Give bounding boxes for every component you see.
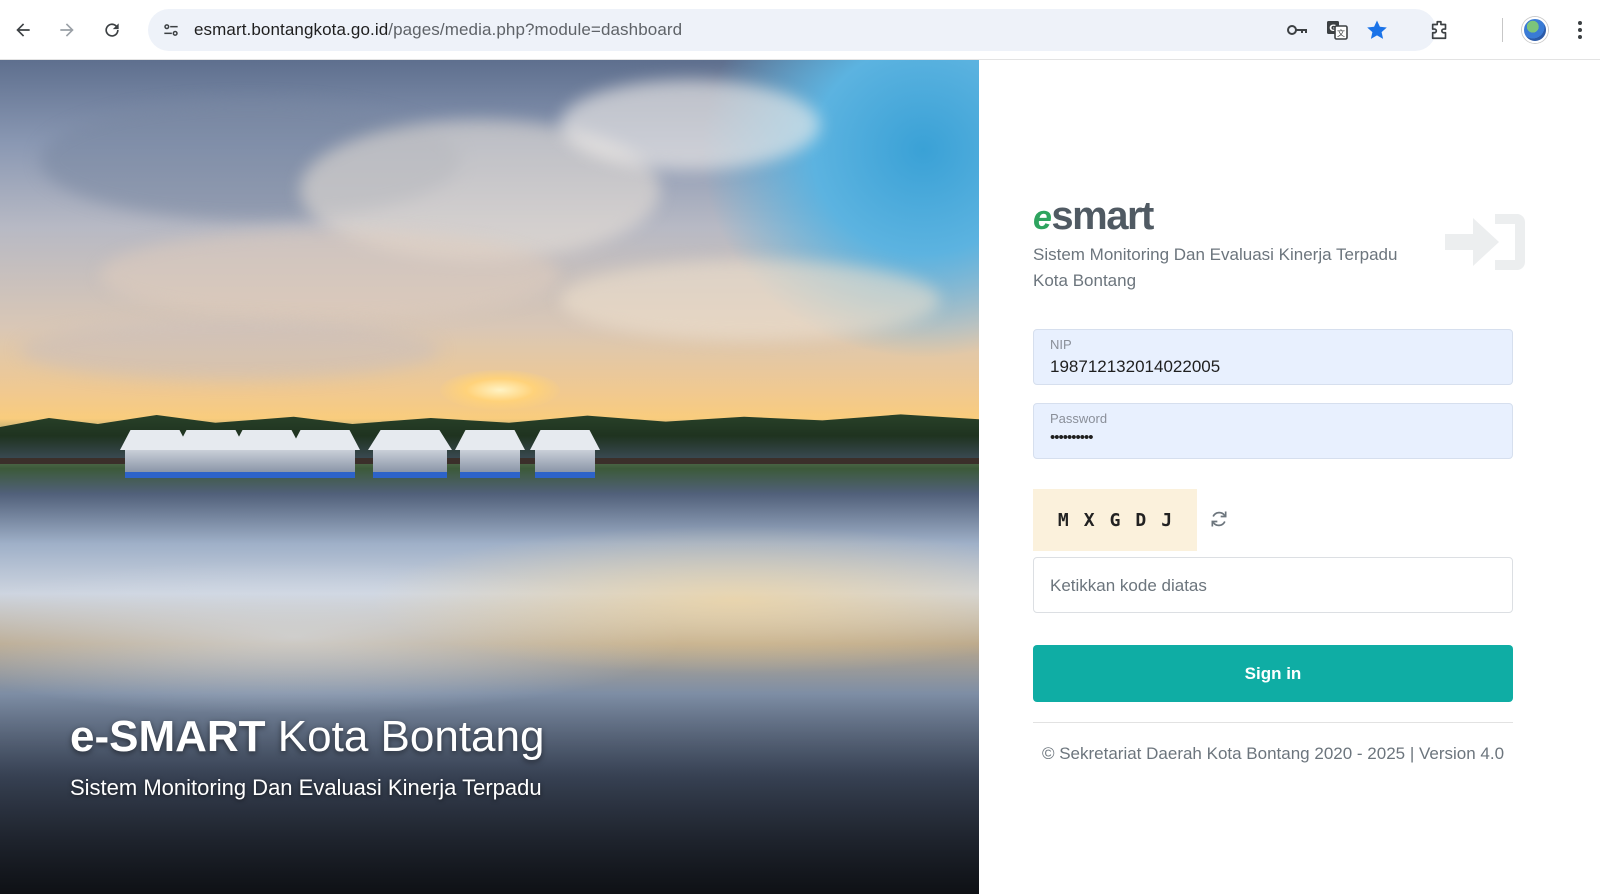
site-info-icon[interactable] <box>156 15 186 45</box>
nip-field[interactable]: NIP 198712132014022005 <box>1033 329 1513 385</box>
captcha-code: MXGDJ <box>1057 509 1188 531</box>
url-path: /pages/media.php?module=dashboard <box>388 20 683 39</box>
browser-toolbar: esmart.bontangkota.go.id/pages/media.php… <box>0 0 1600 60</box>
footer-copyright: © Sekretariat Daerah Kota Bontang 2020 -… <box>1041 744 1505 763</box>
sign-in-button[interactable]: Sign in <box>1033 645 1513 702</box>
esmart-logo: e smart <box>1033 194 1154 238</box>
svg-text:文: 文 <box>1337 28 1345 38</box>
password-label: Password <box>1050 411 1108 426</box>
nip-value: 198712132014022005 <box>1050 357 1221 376</box>
profile-avatar[interactable] <box>1519 14 1551 46</box>
extensions-icon[interactable] <box>1424 14 1456 46</box>
refresh-captcha-icon[interactable] <box>1207 507 1231 531</box>
reload-icon[interactable] <box>96 14 128 46</box>
bookmark-star-icon[interactable] <box>1364 17 1390 43</box>
login-panel: e smart Sistem Monitoring Dan Evaluasi Ki… <box>979 60 1600 894</box>
url-host: esmart.bontangkota.go.id <box>194 20 389 39</box>
login-arrow-icon <box>1445 214 1525 270</box>
divider <box>1033 722 1513 723</box>
password-field[interactable]: Password •••••••••• <box>1033 403 1513 459</box>
translate-icon[interactable]: G文 <box>1324 17 1350 43</box>
forward-icon[interactable] <box>51 14 83 46</box>
hero-background-photo: e-SMART Kota Bontang Sistem Monitoring D… <box>0 60 979 894</box>
url-text[interactable]: esmart.bontangkota.go.id/pages/media.php… <box>194 20 682 40</box>
address-bar[interactable]: esmart.bontangkota.go.id/pages/media.php… <box>148 9 1436 51</box>
app-subtitle: Sistem Monitoring Dan Evaluasi Kinerja T… <box>1033 245 1398 290</box>
password-key-icon[interactable] <box>1284 17 1310 43</box>
back-icon[interactable] <box>7 14 39 46</box>
nip-label: NIP <box>1050 337 1072 352</box>
password-value: •••••••••• <box>1050 429 1094 446</box>
captcha-input[interactable]: Ketikkan kode diatas <box>1033 557 1513 613</box>
captcha-placeholder: Ketikkan kode diatas <box>1050 576 1207 595</box>
hero-subtitle: Sistem Monitoring Dan Evaluasi Kinerja T… <box>70 775 542 800</box>
more-menu-icon[interactable] <box>1568 14 1592 46</box>
hero-title: e-SMART Kota Bontang <box>70 712 545 761</box>
toolbar-separator <box>1502 18 1503 42</box>
captcha-image: MXGDJ <box>1033 489 1197 551</box>
